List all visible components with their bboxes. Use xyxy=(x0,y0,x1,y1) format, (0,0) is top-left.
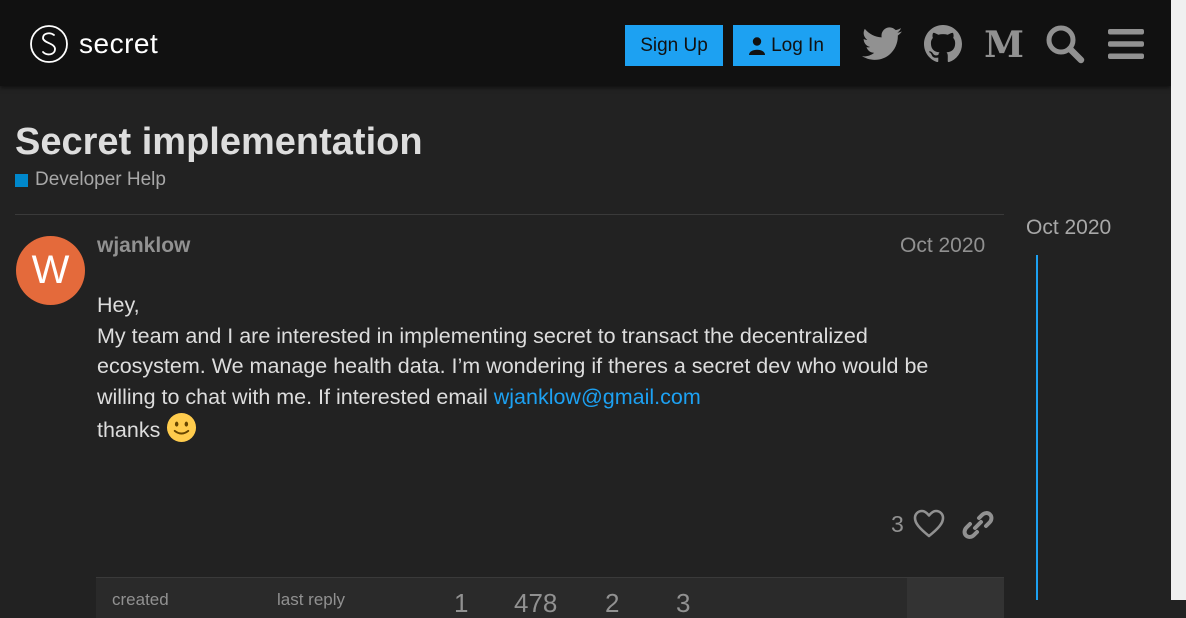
medium-icon: M xyxy=(984,27,1024,61)
avatar-letter: W xyxy=(31,248,70,292)
hamburger-menu-button[interactable] xyxy=(1104,22,1148,66)
hamburger-menu-icon xyxy=(1108,29,1144,59)
topic-title-area: Secret implementation Developer Help xyxy=(15,116,423,191)
slightly-smiling-face-icon xyxy=(166,412,197,452)
title-divider xyxy=(15,214,1004,215)
created-label: created xyxy=(112,590,169,609)
log-in-button[interactable]: Log In xyxy=(733,25,840,66)
search-icon xyxy=(1046,25,1085,64)
topic-map-expand-button[interactable] xyxy=(907,578,1004,618)
like-count[interactable]: 3 xyxy=(891,511,904,538)
topic-map: created last reply 1 478 2 3 xyxy=(96,577,1004,618)
post-line-greeting: Hey, xyxy=(97,293,140,317)
heart-icon xyxy=(913,509,945,538)
post-line-thanks: thanks xyxy=(97,412,967,452)
secret-logo-icon xyxy=(30,25,68,63)
site-logo[interactable]: secret xyxy=(29,24,158,64)
users-count: 2 xyxy=(605,588,620,618)
views-count: 478 xyxy=(514,588,558,618)
medium-link[interactable]: M xyxy=(982,22,1026,66)
log-in-label: Log In xyxy=(771,34,824,56)
category-color-swatch xyxy=(15,173,28,187)
like-button[interactable] xyxy=(913,509,945,544)
post-thanks-text: thanks xyxy=(97,418,161,442)
svg-text:M: M xyxy=(984,27,1024,61)
topic-title[interactable]: Secret implementation xyxy=(15,116,423,168)
search-button[interactable] xyxy=(1043,22,1087,66)
timeline-date[interactable]: Oct 2020 xyxy=(1026,216,1111,240)
github-icon xyxy=(924,25,962,63)
post-date[interactable]: Oct 2020 xyxy=(900,234,985,258)
site-header: secret Sign Up Log In M xyxy=(0,0,1171,86)
sign-up-button[interactable]: Sign Up xyxy=(625,25,723,66)
page-scrollbar[interactable] xyxy=(1171,0,1186,600)
replies-count: 1 xyxy=(454,588,469,618)
post-line-message: My team and I are interested in implemen… xyxy=(97,321,967,413)
category-name: Developer Help xyxy=(35,169,166,190)
user-icon xyxy=(749,36,766,55)
post-username[interactable]: wjanklow xyxy=(97,234,190,258)
last-reply-label: last reply xyxy=(277,590,346,609)
post-body: Hey, My team and I are interested in imp… xyxy=(97,290,967,452)
github-link[interactable] xyxy=(921,22,965,66)
twitter-link[interactable] xyxy=(860,22,904,66)
timeline-scrollbar[interactable] xyxy=(1036,255,1038,600)
email-link[interactable]: wjanklow@gmail.com xyxy=(494,385,701,409)
avatar[interactable]: W xyxy=(16,236,85,305)
logo-text: secret xyxy=(79,28,159,59)
share-link-button[interactable] xyxy=(962,509,994,546)
category-badge[interactable]: Developer Help xyxy=(15,169,423,191)
sign-up-label: Sign Up xyxy=(640,34,708,56)
twitter-icon xyxy=(862,27,902,60)
likes-count: 3 xyxy=(676,588,691,618)
link-icon xyxy=(962,511,994,539)
